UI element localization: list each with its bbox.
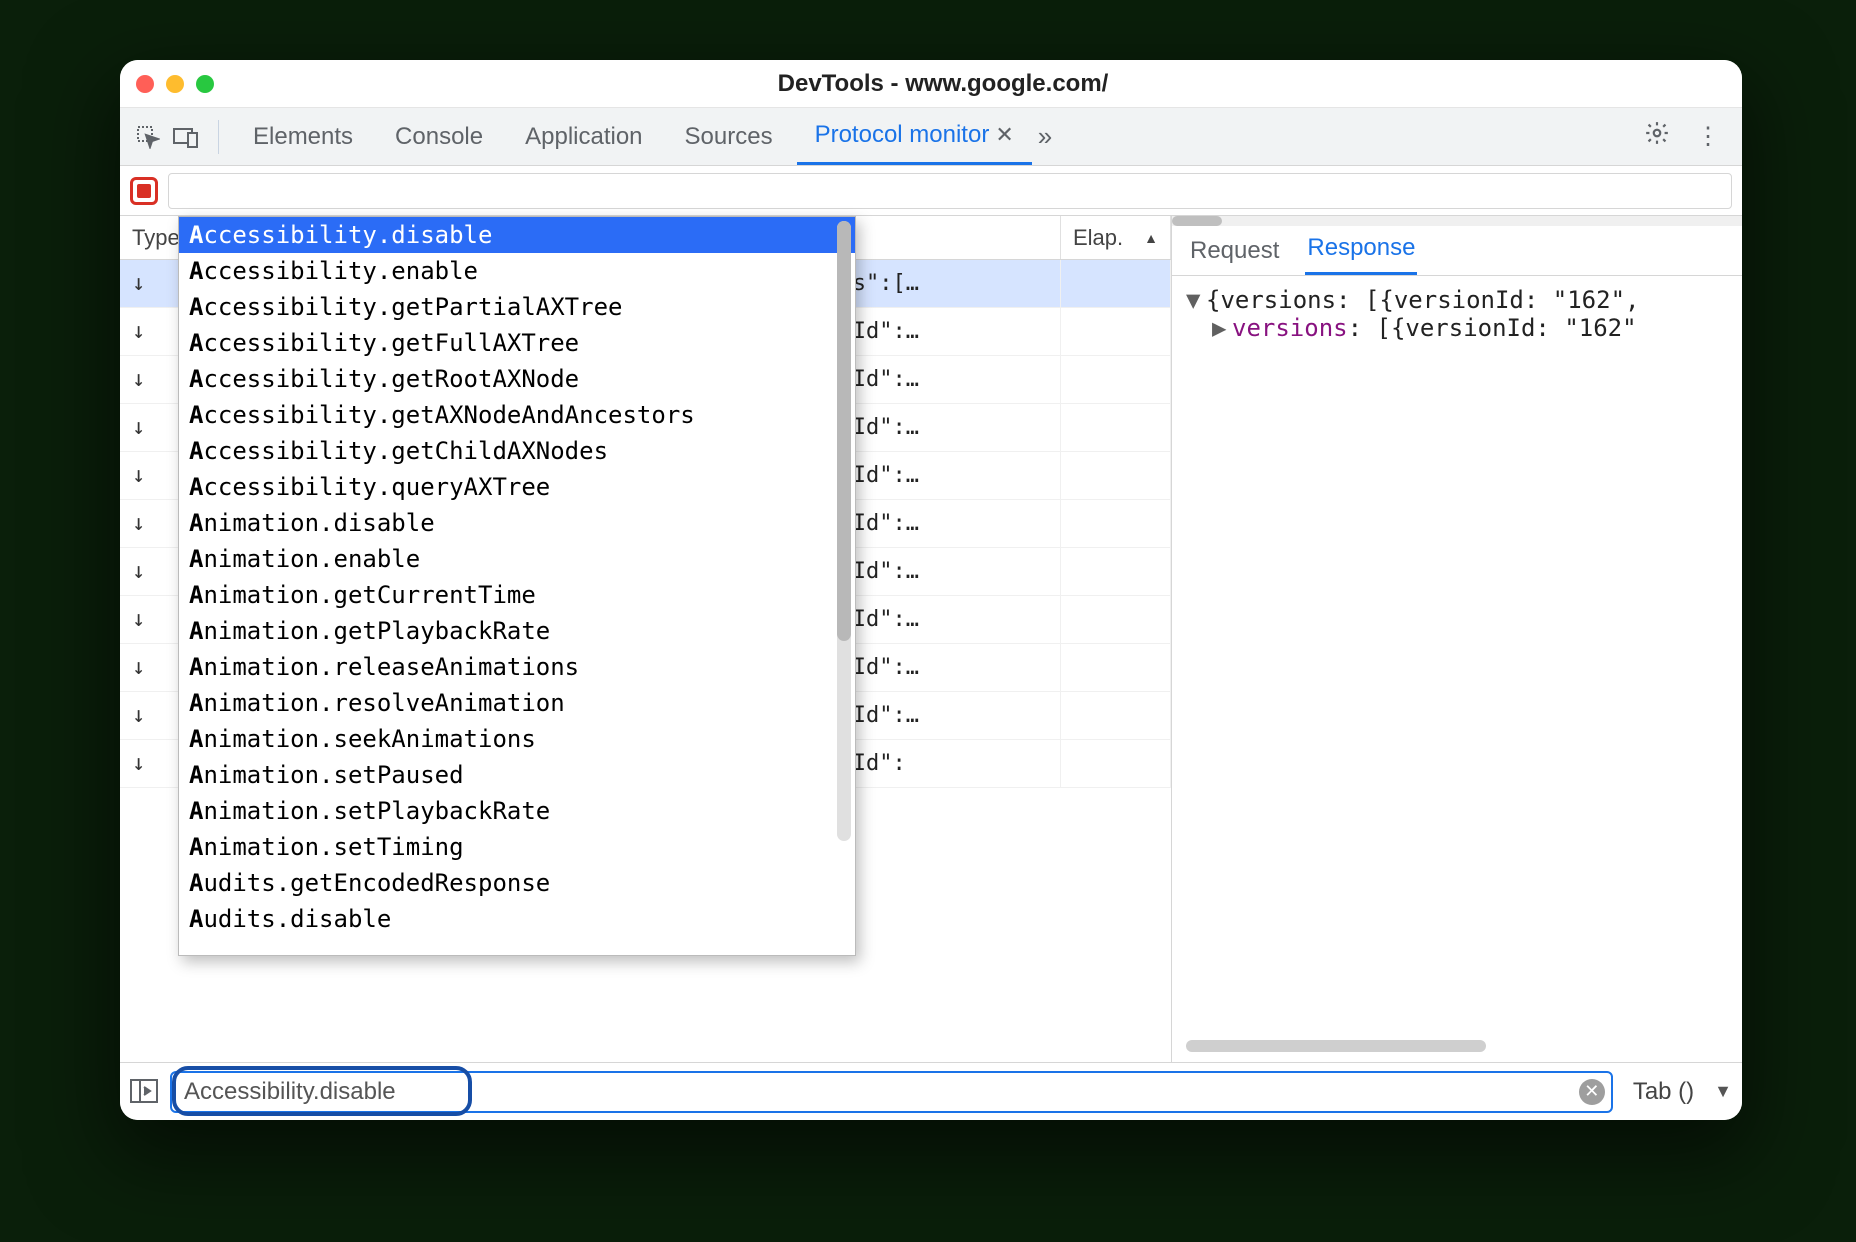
sent-arrow-icon: ↓ bbox=[132, 751, 145, 776]
sent-arrow-icon: ↓ bbox=[132, 559, 145, 584]
dropdown-caret-icon[interactable]: ▼ bbox=[1714, 1081, 1732, 1102]
window-title: DevTools - www.google.com/ bbox=[214, 70, 1672, 98]
autocomplete-popup[interactable]: Accessibility.disableAccessibility.enabl… bbox=[178, 216, 856, 956]
filter-input[interactable] bbox=[168, 173, 1732, 209]
autocomplete-item[interactable]: Accessibility.enable bbox=[179, 253, 855, 289]
autocomplete-item[interactable]: Animation.setPlaybackRate bbox=[179, 793, 855, 829]
devtools-window: DevTools - www.google.com/ Elements Cons… bbox=[120, 60, 1742, 1120]
tab-elements[interactable]: Elements bbox=[235, 108, 371, 165]
traffic-light-close[interactable] bbox=[136, 75, 154, 93]
sent-arrow-icon: ↓ bbox=[132, 463, 145, 488]
autocomplete-item[interactable]: Accessibility.getChildAXNodes bbox=[179, 433, 855, 469]
tab-application[interactable]: Application bbox=[507, 108, 660, 165]
autocomplete-item[interactable]: Animation.getCurrentTime bbox=[179, 577, 855, 613]
col-elapsed[interactable]: Elap.▲ bbox=[1061, 216, 1171, 259]
more-tabs-icon[interactable]: » bbox=[1038, 121, 1052, 152]
tab-console[interactable]: Console bbox=[377, 108, 501, 165]
traffic-light-zoom[interactable] bbox=[196, 75, 214, 93]
disclosure-closed-icon[interactable]: ▶ bbox=[1212, 314, 1232, 342]
response-body[interactable]: ▼{versions: [{versionId: "162", ▶version… bbox=[1172, 276, 1742, 1034]
sent-arrow-icon: ↓ bbox=[132, 367, 145, 392]
settings-gear-icon[interactable] bbox=[1634, 120, 1680, 153]
main-area: Type se Elap.▲ ↓ions":[…↓estId":…↓estId"… bbox=[120, 216, 1742, 1062]
toggle-panel-icon[interactable] bbox=[130, 1079, 160, 1105]
autocomplete-item[interactable]: Accessibility.getPartialAXTree bbox=[179, 289, 855, 325]
detail-tabs: Request Response bbox=[1172, 226, 1742, 276]
autocomplete-item[interactable]: Animation.setPaused bbox=[179, 757, 855, 793]
tab-hint: Tab () bbox=[1623, 1078, 1704, 1106]
detail-pane: Request Response ▼{versions: [{versionId… bbox=[1172, 216, 1742, 1062]
autocomplete-item[interactable]: Accessibility.getAXNodeAndAncestors bbox=[179, 397, 855, 433]
autocomplete-item[interactable]: Audits.disable bbox=[179, 901, 855, 937]
autocomplete-item[interactable]: Accessibility.getFullAXTree bbox=[179, 325, 855, 361]
command-bar: ✕ Tab () ▼ bbox=[120, 1062, 1742, 1120]
tab-request[interactable]: Request bbox=[1188, 227, 1281, 275]
tabs-bar: Elements Console Application Sources Pro… bbox=[120, 108, 1742, 166]
autocomplete-item[interactable]: Animation.disable bbox=[179, 505, 855, 541]
sent-arrow-icon: ↓ bbox=[132, 511, 145, 536]
autocomplete-item[interactable]: Animation.releaseAnimations bbox=[179, 649, 855, 685]
inspect-icon[interactable] bbox=[132, 125, 164, 149]
kebab-menu-icon[interactable]: ⋮ bbox=[1686, 122, 1730, 151]
sort-asc-icon: ▲ bbox=[1144, 230, 1158, 246]
device-toolbar-icon[interactable] bbox=[170, 126, 202, 148]
autocomplete-item[interactable]: Audits.getEncodedResponse bbox=[179, 865, 855, 901]
disclosure-open-icon[interactable]: ▼ bbox=[1186, 286, 1206, 314]
tab-response[interactable]: Response bbox=[1305, 224, 1417, 275]
command-input[interactable] bbox=[170, 1071, 1613, 1113]
protocol-table-pane: Type se Elap.▲ ↓ions":[…↓estId":…↓estId"… bbox=[120, 216, 1172, 1062]
close-icon[interactable]: ✕ bbox=[995, 122, 1013, 148]
record-button[interactable] bbox=[130, 177, 158, 205]
autocomplete-item[interactable]: Animation.setTiming bbox=[179, 829, 855, 865]
autocomplete-item[interactable]: Accessibility.queryAXTree bbox=[179, 469, 855, 505]
titlebar: DevTools - www.google.com/ bbox=[120, 60, 1742, 108]
autocomplete-item[interactable]: Animation.resolveAnimation bbox=[179, 685, 855, 721]
detail-hscrollbar[interactable] bbox=[1186, 1040, 1728, 1056]
autocomplete-item[interactable]: Accessibility.getRootAXNode bbox=[179, 361, 855, 397]
autocomplete-item[interactable]: Animation.getPlaybackRate bbox=[179, 613, 855, 649]
traffic-light-minimize[interactable] bbox=[166, 75, 184, 93]
autocomplete-item[interactable]: Accessibility.disable bbox=[179, 217, 855, 253]
sent-arrow-icon: ↓ bbox=[132, 607, 145, 632]
autocomplete-item[interactable]: Animation.enable bbox=[179, 541, 855, 577]
clear-input-icon[interactable]: ✕ bbox=[1579, 1079, 1605, 1105]
filter-bar bbox=[120, 166, 1742, 216]
sent-arrow-icon: ↓ bbox=[132, 271, 145, 296]
tab-protocol-monitor[interactable]: Protocol monitor✕ bbox=[797, 108, 1032, 165]
sent-arrow-icon: ↓ bbox=[132, 655, 145, 680]
autocomplete-item[interactable]: Animation.seekAnimations bbox=[179, 721, 855, 757]
autocomplete-scrollbar[interactable] bbox=[837, 221, 851, 841]
sent-arrow-icon: ↓ bbox=[132, 415, 145, 440]
sent-arrow-icon: ↓ bbox=[132, 703, 145, 728]
tab-sources[interactable]: Sources bbox=[667, 108, 791, 165]
sent-arrow-icon: ↓ bbox=[132, 319, 145, 344]
